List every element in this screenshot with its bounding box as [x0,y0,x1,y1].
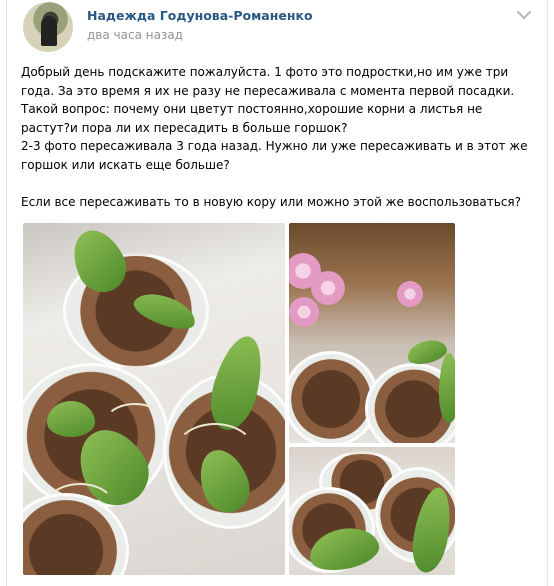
author-name[interactable]: Надежда Годунова-Романенко [87,8,313,23]
post-card: Надежда Годунова-Романенко два часа наза… [6,0,548,586]
photo-3[interactable] [289,447,455,575]
photo-2[interactable] [289,223,455,443]
post-time[interactable]: два часа назад [87,28,183,42]
chevron-down-icon[interactable] [517,10,531,20]
avatar[interactable] [23,2,73,52]
post-text: Добрый день подскажите пожалуйста. 1 фот… [21,65,528,209]
photo-1[interactable] [23,223,285,575]
